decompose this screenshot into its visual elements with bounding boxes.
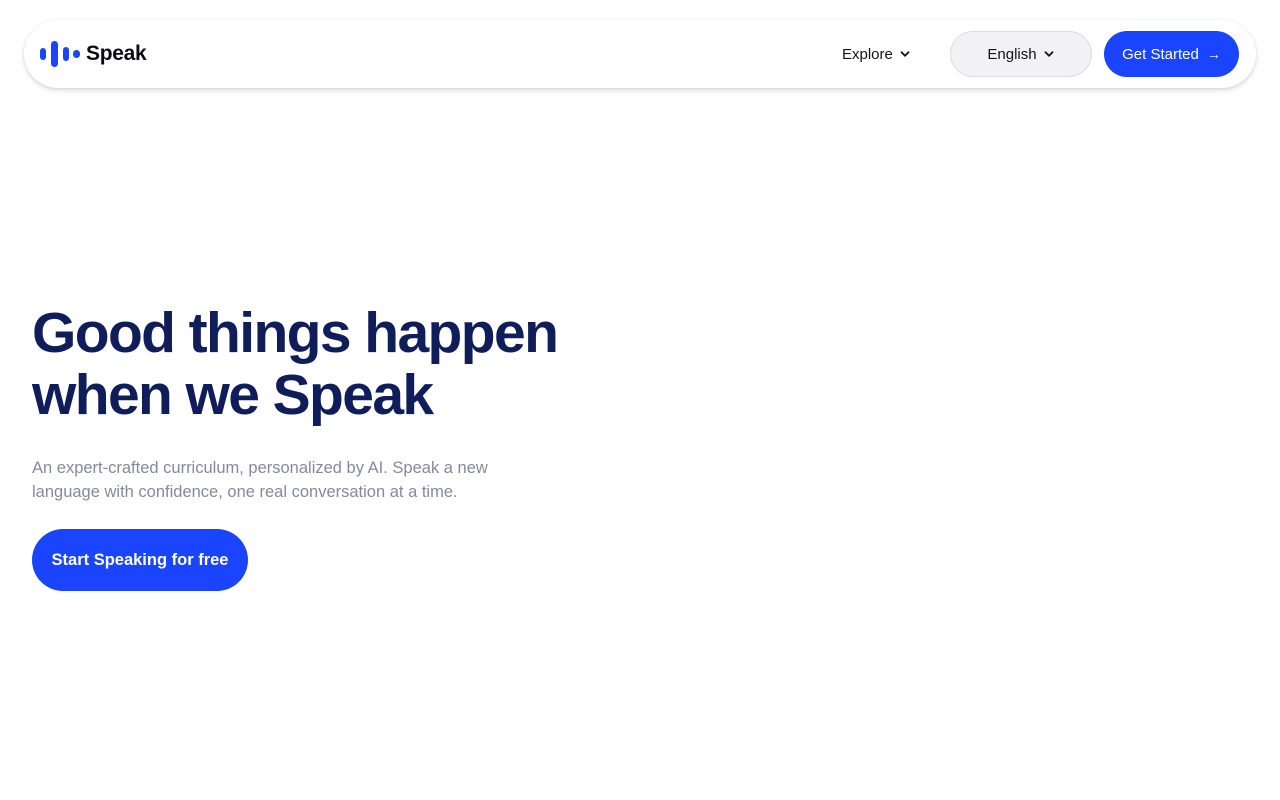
get-started-label: Get Started [1122,45,1199,63]
language-label: English [987,45,1037,63]
hero-subtitle: An expert-crafted curriculum, personaliz… [32,456,552,504]
hero-subtitle-line: language with confidence, one real conve… [32,483,458,501]
logo-text: Speak [86,42,147,65]
explore-label: Explore [842,45,893,63]
chevron-down-icon [900,51,910,57]
hero-title-line: Good things happen [32,301,559,365]
explore-menu[interactable]: Explore [842,42,911,66]
start-speaking-button[interactable]: Start Speaking for free [32,529,248,591]
chevron-down-icon [1044,51,1053,57]
get-started-button[interactable]: Get Started → [1104,31,1239,77]
speak-waveform-icon [40,41,80,67]
logo-link[interactable]: Speak [40,41,147,67]
hero-subtitle-line: An expert-crafted curriculum, personaliz… [32,459,488,477]
hero-title: Good things happen when we Speak [32,302,652,426]
top-navbar: Speak Explore English Get Started → [24,20,1256,88]
language-selector[interactable]: English [950,31,1092,77]
arrow-right-icon: → [1206,46,1221,62]
hero-title-line: when we Speak [32,363,434,427]
